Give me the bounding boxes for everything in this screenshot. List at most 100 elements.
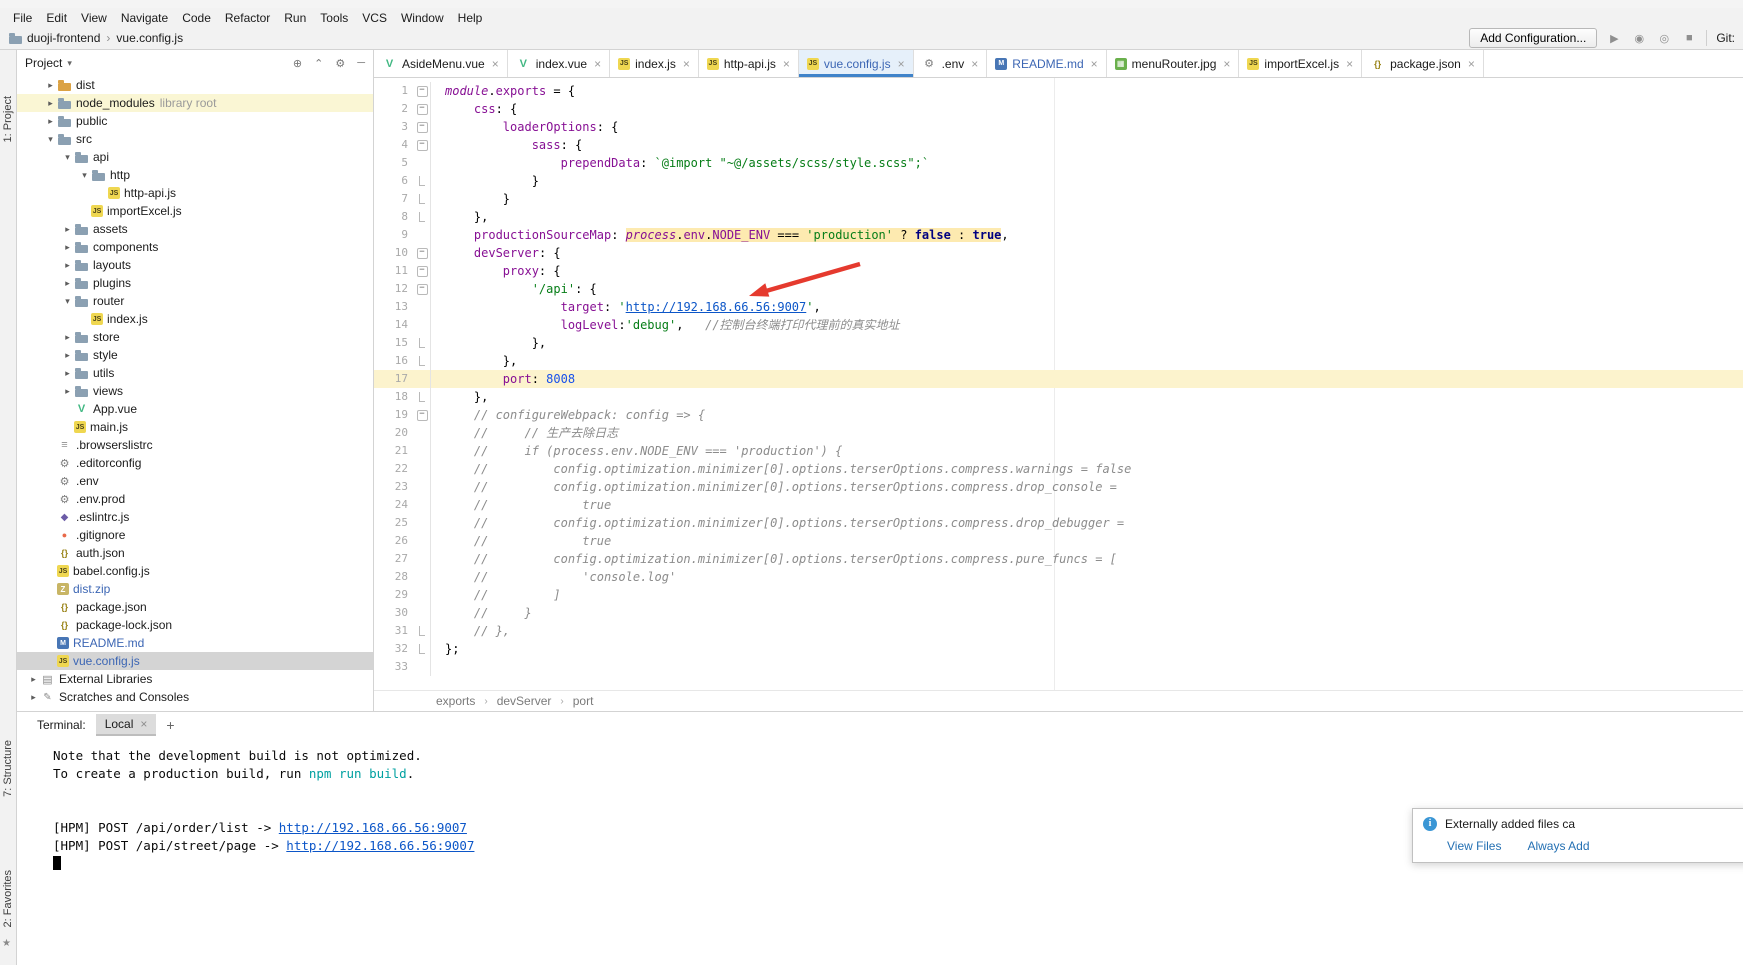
always-add-link[interactable]: Always Add — [1527, 839, 1589, 853]
fold-collapse-icon[interactable]: − — [417, 266, 428, 277]
new-terminal-session-icon[interactable]: + — [166, 717, 174, 733]
tab-package-json[interactable]: {}package.json× — [1362, 50, 1484, 77]
chevron-right-icon[interactable]: ▸ — [61, 332, 74, 343]
tree-item-editorconfig[interactable]: ⚙.editorconfig — [17, 454, 373, 472]
fold-gutter[interactable] — [414, 334, 431, 352]
code-hyperlink[interactable]: http://192.168.66.56:9007 — [626, 300, 807, 314]
tab-importexcel-js[interactable]: JSimportExcel.js× — [1239, 50, 1362, 77]
fold-gutter[interactable] — [414, 622, 431, 640]
fold-gutter[interactable] — [414, 208, 431, 226]
close-icon[interactable]: × — [683, 57, 690, 71]
chevron-right-icon[interactable]: ▸ — [61, 260, 74, 271]
tree-item-router[interactable]: ▾router — [17, 292, 373, 310]
close-icon[interactable]: × — [1223, 57, 1230, 71]
tree-item-http-api-js[interactable]: JShttp-api.js — [17, 184, 373, 202]
tree-item-external-libraries[interactable]: ▸▤External Libraries — [17, 670, 373, 688]
tree-item-env[interactable]: ⚙.env — [17, 472, 373, 490]
close-icon[interactable]: × — [1468, 57, 1475, 71]
fold-gutter[interactable]: − — [414, 82, 431, 100]
tree-item-browserslistrc[interactable]: ≡.browserslistrc — [17, 436, 373, 454]
tree-item-package-lock-json[interactable]: {}package-lock.json — [17, 616, 373, 634]
fold-gutter[interactable]: − — [414, 244, 431, 262]
menu-run[interactable]: Run — [277, 10, 313, 26]
menu-refactor[interactable]: Refactor — [218, 10, 277, 26]
chevron-right-icon[interactable]: ▸ — [61, 368, 74, 379]
chevron-right-icon[interactable]: ▸ — [61, 242, 74, 253]
tab-readme-md[interactable]: MREADME.md× — [987, 50, 1106, 77]
tree-item-http[interactable]: ▾http — [17, 166, 373, 184]
chevron-down-icon[interactable]: ▾ — [61, 152, 74, 163]
tree-item-package-json[interactable]: {}package.json — [17, 598, 373, 616]
tab-asidemenu-vue[interactable]: VAsideMenu.vue× — [374, 50, 508, 77]
tab-vue-config-js[interactable]: JSvue.config.js× — [799, 50, 914, 77]
close-icon[interactable]: × — [898, 57, 905, 71]
tree-item-store[interactable]: ▸store — [17, 328, 373, 346]
settings-gear-icon[interactable]: ⚙ — [335, 57, 345, 70]
fold-gutter[interactable] — [414, 190, 431, 208]
tree-item-app-vue[interactable]: VApp.vue — [17, 400, 373, 418]
fold-gutter[interactable] — [414, 172, 431, 190]
menu-navigate[interactable]: Navigate — [114, 10, 175, 26]
fold-collapse-icon[interactable]: − — [417, 104, 428, 115]
tree-item-dist[interactable]: ▸dist — [17, 76, 373, 94]
tree-item-eslintrc-js[interactable]: ◆.eslintrc.js — [17, 508, 373, 526]
tab-index-vue[interactable]: Vindex.vue× — [508, 50, 610, 77]
tab-http-api-js[interactable]: JShttp-api.js× — [699, 50, 799, 77]
chevron-right-icon[interactable]: ▸ — [27, 674, 40, 685]
fold-gutter[interactable]: − — [414, 406, 431, 424]
menu-view[interactable]: View — [74, 10, 114, 26]
chevron-right-icon[interactable]: ▸ — [44, 80, 57, 91]
tree-item-node-modules[interactable]: ▸node_moduleslibrary root — [17, 94, 373, 112]
fold-collapse-icon[interactable]: − — [417, 284, 428, 295]
coverage-icon[interactable]: ◎ — [1656, 32, 1672, 45]
terminal-tab-local[interactable]: Local × — [96, 714, 157, 736]
tree-item-readme-md[interactable]: MREADME.md — [17, 634, 373, 652]
code-area[interactable]: 1−module.exports = {2− css: {3− loaderOp… — [374, 78, 1743, 690]
fold-collapse-icon[interactable]: − — [417, 122, 428, 133]
tree-item-main-js[interactable]: JSmain.js — [17, 418, 373, 436]
tree-item-style[interactable]: ▸style — [17, 346, 373, 364]
breadcrumb-exports[interactable]: exports — [436, 694, 475, 708]
tree-item-api[interactable]: ▾api — [17, 148, 373, 166]
menu-vcs[interactable]: VCS — [355, 10, 394, 26]
stop-icon[interactable]: ■ — [1681, 32, 1697, 44]
tree-item-views[interactable]: ▸views — [17, 382, 373, 400]
fold-gutter[interactable]: − — [414, 262, 431, 280]
chevron-down-icon[interactable]: ▾ — [44, 134, 57, 145]
add-configuration-button[interactable]: Add Configuration... — [1469, 28, 1597, 48]
tree-item-plugins[interactable]: ▸plugins — [17, 274, 373, 292]
menu-code[interactable]: Code — [175, 10, 218, 26]
close-icon[interactable]: × — [594, 57, 601, 71]
project-panel-title[interactable]: Project — [25, 56, 62, 70]
tree-item-assets[interactable]: ▸assets — [17, 220, 373, 238]
tree-item-index-js[interactable]: JSindex.js — [17, 310, 373, 328]
locate-file-icon[interactable]: ⊕ — [293, 57, 302, 70]
fold-gutter[interactable]: − — [414, 280, 431, 298]
tree-item-vue-config-js[interactable]: JSvue.config.js — [17, 652, 373, 670]
chevron-right-icon[interactable]: ▸ — [61, 350, 74, 361]
tree-item-public[interactable]: ▸public — [17, 112, 373, 130]
debug-icon[interactable]: ◉ — [1631, 32, 1647, 45]
fold-collapse-icon[interactable]: − — [417, 140, 428, 151]
tree-item-env-prod[interactable]: ⚙.env.prod — [17, 490, 373, 508]
fold-collapse-icon[interactable]: − — [417, 410, 428, 421]
fold-gutter[interactable]: − — [414, 100, 431, 118]
close-icon[interactable]: × — [492, 57, 499, 71]
tree-item-scratches-and-consoles[interactable]: ▸✎Scratches and Consoles — [17, 688, 373, 706]
fold-collapse-icon[interactable]: − — [417, 248, 428, 259]
tree-item-layouts[interactable]: ▸layouts — [17, 256, 373, 274]
chevron-right-icon[interactable]: ▸ — [61, 224, 74, 235]
tree-item-babel-config-js[interactable]: JSbabel.config.js — [17, 562, 373, 580]
close-icon[interactable]: × — [1346, 57, 1353, 71]
tab-index-js[interactable]: JSindex.js× — [610, 50, 699, 77]
chevron-right-icon[interactable]: ▸ — [44, 116, 57, 127]
fold-gutter[interactable]: − — [414, 136, 431, 154]
chevron-right-icon[interactable]: ▸ — [61, 386, 74, 397]
tool-window-button-structure[interactable]: 7: Structure — [2, 740, 14, 797]
close-icon[interactable]: × — [971, 57, 978, 71]
tree-item-gitignore[interactable]: ●.gitignore — [17, 526, 373, 544]
tree-item-dist-zip[interactable]: Zdist.zip — [17, 580, 373, 598]
close-icon[interactable]: × — [783, 57, 790, 71]
fold-gutter[interactable] — [414, 352, 431, 370]
chevron-down-icon[interactable]: ▾ — [78, 170, 91, 181]
